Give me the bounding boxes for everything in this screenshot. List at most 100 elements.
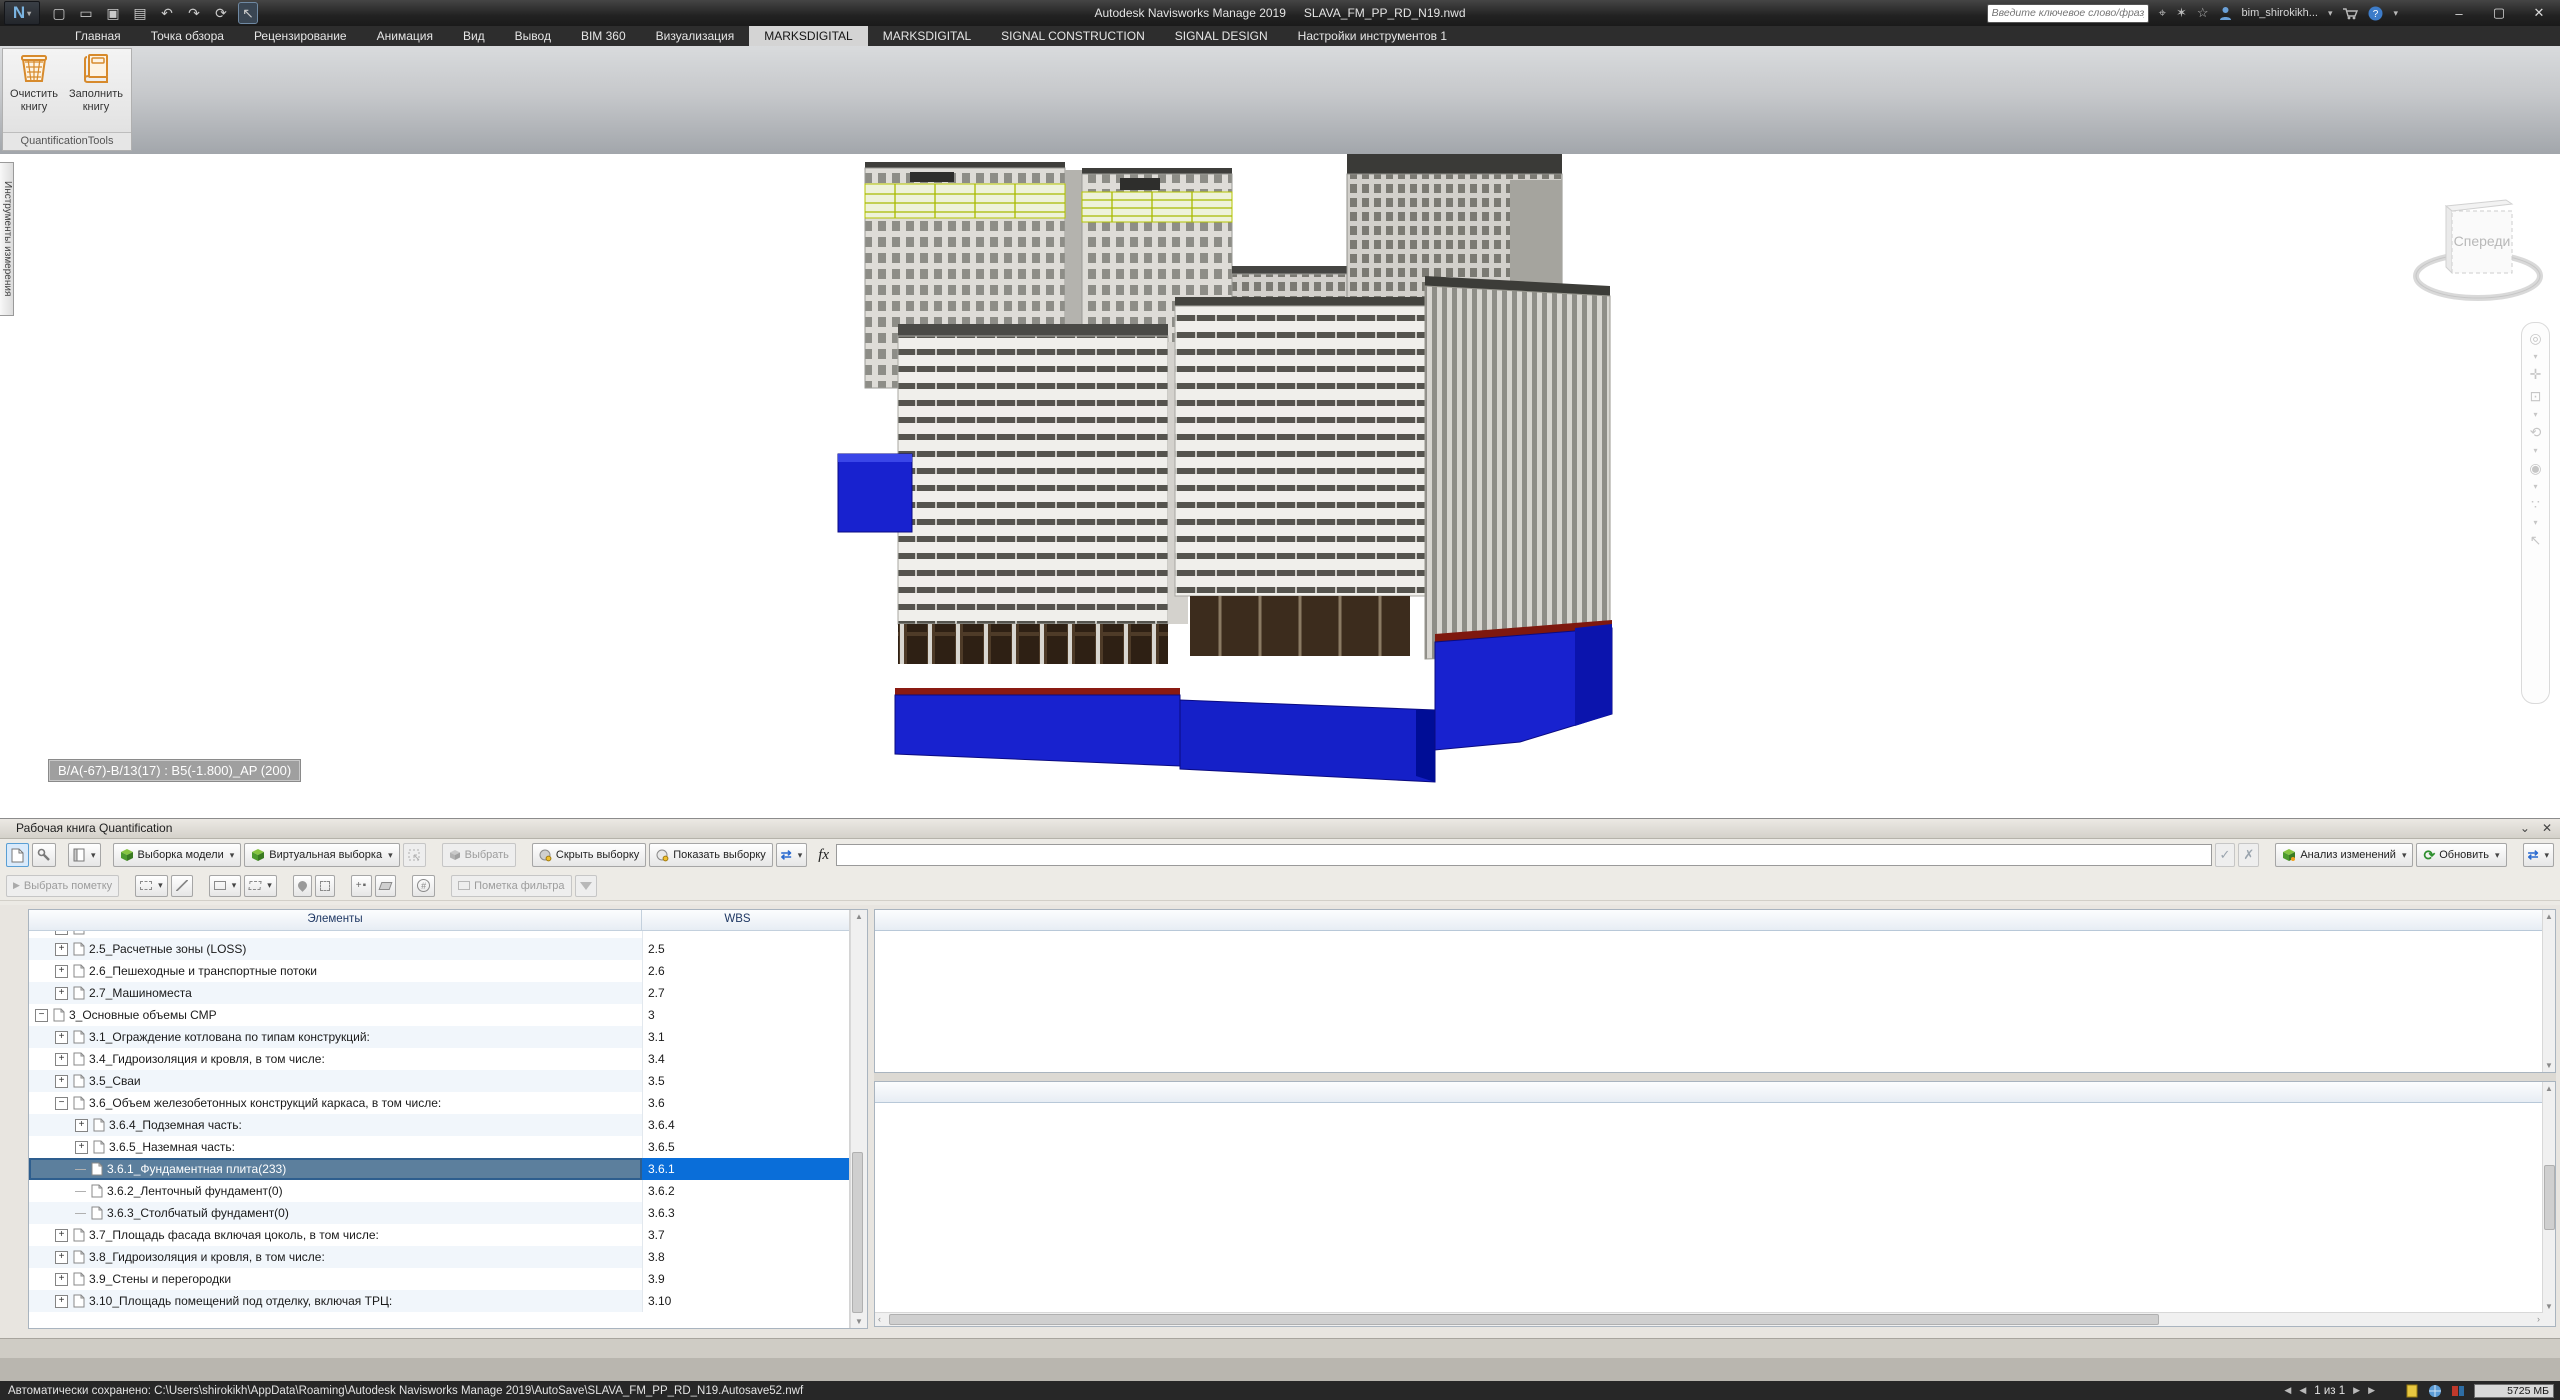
steering-wheel-icon[interactable]: ◎ [2529,331,2541,346]
tree-expander-icon[interactable]: + [55,1053,68,1066]
export-quantities-button[interactable]: ⇄ ▾ [776,843,807,867]
help-dropdown-icon[interactable]: ▾ [2393,8,2398,19]
close-button[interactable]: ✕ [2524,5,2554,21]
virtual-takeoff-button[interactable]: Виртуальная выборка ▾ [244,843,399,867]
clear-book-button[interactable]: Очистить книгу [3,49,65,135]
next-sheet-icon[interactable]: ▶ [2353,1385,2360,1396]
detail-horizontal-scrollbar[interactable]: ‹ › [875,1312,2543,1326]
import-export-button[interactable]: ⇄ ▾ [2523,843,2554,867]
tree-row[interactable]: +2.7_Машиноместа2.7 [29,982,867,1004]
tree-column-wbs[interactable]: WBS [642,910,833,930]
formula-input[interactable] [836,844,2211,866]
markup-rectangle-tool-button[interactable]: ▾ [135,875,168,897]
undo-icon[interactable]: ↶ [158,3,176,23]
region-tool-button[interactable] [315,875,335,897]
help-icon[interactable]: ? [2368,6,2383,21]
filter-settings-button[interactable] [575,875,597,897]
new-document-icon[interactable]: ▢ [50,3,68,23]
tree-row[interactable]: 3.6.1_Фундаментная плита(233)3.6.1 [29,1158,867,1180]
tree-expander-icon[interactable]: + [55,1031,68,1044]
favorites-star-icon[interactable]: ☆ [2197,5,2209,21]
formula-cancel-button[interactable]: ✗ [2238,843,2259,867]
viewcube[interactable]: Спереди [2408,168,2548,318]
hide-takeoff-button[interactable]: Скрыть выборку [532,843,646,867]
new-takeoff-sheet-button[interactable] [6,843,29,867]
tree-row[interactable]: −3_Основные объемы СМР3 [29,1004,867,1026]
tree-row[interactable]: +3.9_Стены и перегородки3.9 [29,1268,867,1290]
tree-column-elements[interactable]: Элементы [29,910,642,930]
select-takeoff-item-button[interactable] [403,843,426,867]
tree-row[interactable]: +3.6.4_Подземная часть:3.6.4 [29,1114,867,1136]
tree-row[interactable]: 3.6.2_Ленточный фундамент(0)3.6.2 [29,1180,867,1202]
walk-icon[interactable]: ∵ [2531,497,2540,512]
update-button[interactable]: ⟳ Обновить ▾ [2416,843,2506,867]
ribbon-tab-6[interactable]: BIM 360 [566,26,641,46]
first-sheet-icon[interactable]: ◀ [2284,1385,2291,1396]
tree-expander-icon[interactable]: + [55,943,68,956]
caret-icon[interactable]: ▾ [2533,353,2537,360]
signed-in-user[interactable]: bim_shirokikh... [2242,7,2318,19]
tree-expander-icon[interactable]: + [75,1141,88,1154]
change-analysis-button[interactable]: Анализ изменений ▾ [2275,843,2413,867]
ribbon-tab-1[interactable]: Точка обзора [136,26,239,46]
model-takeoff-button[interactable]: Выборка модели ▾ [113,843,242,867]
panel-close-icon[interactable]: ✕ [2542,819,2552,838]
save-icon[interactable]: ▣ [104,3,122,23]
tree-row[interactable]: +2.5_Расчетные зоны (LOSS)2.5 [29,938,867,960]
select-markup-button[interactable]: ▶ Выбрать пометку [6,875,119,897]
area-polygon-tool-button[interactable]: ▾ [244,875,277,897]
panel-title-bar[interactable]: Рабочая книга Quantification ⌄ ✕ [0,819,2560,839]
fill-book-button[interactable]: Заполнить книгу [65,49,127,135]
workbook-views-button[interactable]: ▾ [68,843,101,867]
table-splitter[interactable] [874,1073,2556,1081]
tree-row[interactable]: +2.6_Пешеходные и транспортные потоки2.6 [29,960,867,982]
ribbon-tab-10[interactable]: SIGNAL CONSTRUCTION [986,26,1160,46]
building-model-canvas[interactable] [820,154,1630,784]
tree-expander-icon[interactable]: + [55,1273,68,1286]
zoom-window-icon[interactable]: ⊡ [2530,389,2542,404]
tree-row[interactable]: +3.5_Сваи3.5 [29,1070,867,1092]
navigation-bar[interactable]: ◎▾✛⊡▾⟲▾◉▾∵▾↖ [2521,322,2550,704]
markup-line-tool-button[interactable] [171,875,193,897]
add-point-tool-button[interactable]: +▪ [351,875,372,897]
refresh-icon[interactable]: ⟳ [212,3,230,23]
count-tool-button[interactable]: # [412,875,435,897]
web-status-icon[interactable] [2428,1384,2443,1398]
tree-expander-icon[interactable]: + [55,1229,68,1242]
tree-expander-icon[interactable]: + [55,1251,68,1264]
minimize-button[interactable]: – [2444,6,2474,21]
ribbon-tab-7[interactable]: Визуализация [641,26,750,46]
ribbon-tab-9[interactable]: MARKSDIGITAL [868,26,986,46]
tree-expander-icon[interactable]: + [55,1295,68,1308]
app-logo[interactable]: N▾ [4,1,40,25]
tree-row[interactable]: +3.4_Гидроизоляция и кровля, в том числе… [29,1048,867,1070]
panel-collapse-icon[interactable]: ⌄ [2520,819,2530,838]
ribbon-tab-11[interactable]: SIGNAL DESIGN [1160,26,1283,46]
tree-row[interactable]: +3.1_Ограждение котлована по типам конст… [29,1026,867,1048]
ribbon-tab-3[interactable]: Анимация [362,26,448,46]
area-rectangle-tool-button[interactable]: ▾ [209,875,242,897]
tree-row[interactable]: +3.8_Гидроизоляция и кровля, в том числе… [29,1246,867,1268]
look-around-icon[interactable]: ◉ [2529,461,2541,476]
tree-row[interactable]: +3.7_Площадь фасада включая цоколь, в то… [29,1224,867,1246]
last-sheet-icon[interactable]: ▶ [2368,1385,2375,1396]
eraser-tool-button[interactable] [375,875,396,897]
tree-row[interactable]: 3.6.3_Столбчатый фундамент(0)3.6.3 [29,1202,867,1224]
orbit-icon[interactable]: ⟲ [2530,425,2542,440]
ribbon-tab-5[interactable]: Вывод [500,26,566,46]
measure-tools-tab[interactable]: Инструменты измерения [0,162,14,316]
select-cursor-icon[interactable]: ↖ [239,3,257,23]
tree-row[interactable]: +3.10_Площадь помещений под отделку, вкл… [29,1290,867,1312]
tree-expander-icon[interactable]: − [55,1097,68,1110]
redo-icon[interactable]: ↷ [185,3,203,23]
search-binoculars-icon[interactable]: ⌖ [2159,5,2166,21]
tree-expander-icon[interactable]: + [55,1075,68,1088]
restore-button[interactable]: ▢ [2484,5,2514,21]
cache-status-icon[interactable] [2451,1384,2466,1398]
detail-vertical-scrollbar[interactable]: ▲ ▼ [2542,1082,2555,1326]
caret-icon[interactable]: ▾ [2533,447,2537,454]
previous-sheet-icon[interactable]: ◀ [2299,1385,2306,1396]
ribbon-tab-12[interactable]: Настройки инструментов 1 [1283,26,1462,46]
markup-filter-button[interactable]: Пометка фильтра [451,875,571,897]
ribbon-tab-2[interactable]: Рецензирование [239,26,362,46]
